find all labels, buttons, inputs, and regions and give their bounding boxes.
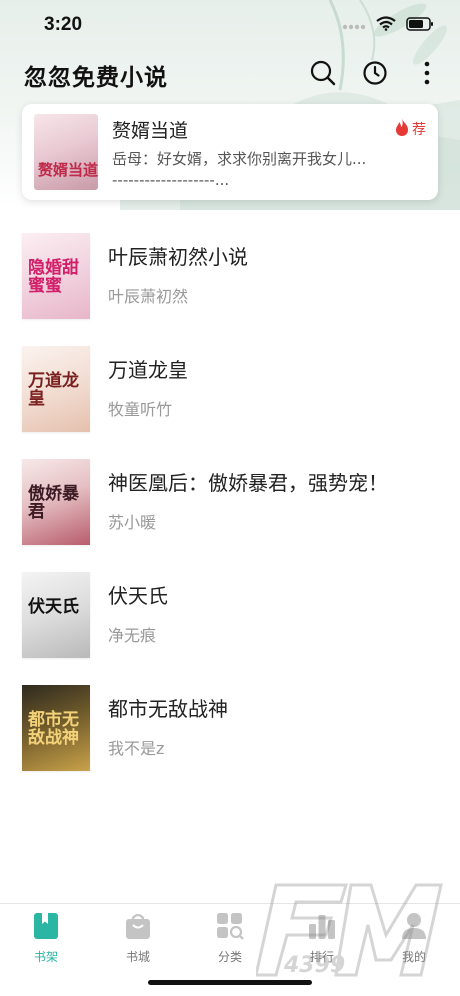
app-header: 忽忽免费小说 xyxy=(0,50,460,100)
book-author: 苏小暖 xyxy=(108,513,157,532)
book-info: 万道龙皇 牧童听竹 xyxy=(108,346,188,420)
tab-profile[interactable]: 我的 xyxy=(368,904,460,996)
more-vertical-icon xyxy=(423,61,431,89)
home-indicator xyxy=(148,980,312,985)
status-bar: 3:20 xyxy=(0,0,460,50)
cover-title-art: 都市无敌战神 xyxy=(28,710,79,748)
cover-title-art: 万道龙皇 xyxy=(28,371,79,409)
wifi-icon xyxy=(376,15,396,35)
list-item[interactable]: 万道龙皇 万道龙皇 牧童听竹 xyxy=(0,339,460,452)
book-title: 叶辰萧初然小说 xyxy=(108,245,248,269)
recommended-book-title: 赘婿当道 xyxy=(112,119,189,142)
book-info: 都市无敌战神 我不是z xyxy=(108,685,228,759)
recommended-book-summary: 岳母：好女婿，求求你别离开我女儿... xyxy=(112,150,367,168)
book-title: 都市无敌战神 xyxy=(108,697,228,721)
list-item[interactable]: 隐婚甜蜜蜜 叶辰萧初然小说 叶辰萧初然 xyxy=(0,226,460,339)
status-time: 3:20 xyxy=(44,14,83,35)
category-grid-icon xyxy=(216,912,244,944)
cover-title-art: 伏天氏 xyxy=(28,597,79,617)
book-title: 神医凰后：傲娇暴君，强势宠！ xyxy=(108,471,388,495)
cover-title-art: 傲娇暴君 xyxy=(28,484,79,522)
book-cover: 傲娇暴君 xyxy=(22,459,90,545)
cover-title-art: 赘婿当道 xyxy=(38,161,98,179)
book-cover: 都市无敌战神 xyxy=(22,685,90,771)
cover-title-art: 隐婚甜蜜蜜 xyxy=(28,258,79,296)
book-info: 伏天氏 净无痕 xyxy=(108,572,168,646)
book-author: 我不是z xyxy=(108,739,165,758)
book-info: 神医凰后：傲娇暴君，强势宠！ 苏小暖 xyxy=(108,459,388,533)
book-info: 叶辰萧初然小说 叶辰萧初然 xyxy=(108,233,248,307)
tab-label: 排行 xyxy=(309,950,334,964)
list-item[interactable]: 傲娇暴君 神医凰后：傲娇暴君，强势宠！ 苏小暖 xyxy=(0,452,460,565)
book-author: 叶辰萧初然 xyxy=(108,287,189,306)
tab-bookshelf[interactable]: 书架 xyxy=(0,904,92,996)
recommend-badge-label: 荐 xyxy=(412,122,426,138)
bookshelf-list: 隐婚甜蜜蜜 叶辰萧初然小说 叶辰萧初然 万道龙皇 万道龙皇 牧童听竹 傲娇暴君 … xyxy=(0,226,460,791)
history-button[interactable] xyxy=(360,60,390,90)
book-title: 伏天氏 xyxy=(108,584,168,608)
header-actions xyxy=(308,60,442,90)
list-item[interactable]: 都市无敌战神 都市无敌战神 我不是z xyxy=(0,678,460,791)
book-cover: 伏天氏 xyxy=(22,572,90,658)
recommended-book-info: 赘婿当道 荐 岳母：好女婿，求求你别离开我女儿... -------------… xyxy=(112,114,426,190)
book-author: 净无痕 xyxy=(108,626,157,645)
search-icon xyxy=(310,60,336,90)
recommended-book-cover: 赘婿当道 xyxy=(34,114,98,190)
recommend-badge: 荐 xyxy=(394,117,426,141)
book-cover: 万道龙皇 xyxy=(22,346,90,432)
tab-label: 我的 xyxy=(401,950,426,964)
book-author: 牧童听竹 xyxy=(108,400,173,419)
status-icons xyxy=(342,15,434,35)
bookshelf-icon xyxy=(33,912,59,944)
clock-icon xyxy=(362,60,388,90)
ranking-icon xyxy=(308,912,336,944)
profile-icon xyxy=(401,912,427,944)
store-bag-icon xyxy=(125,912,151,944)
recommended-title-row: 赘婿当道 荐 xyxy=(112,114,426,144)
battery-icon xyxy=(406,16,434,35)
list-item[interactable]: 伏天氏 伏天氏 净无痕 xyxy=(0,565,460,678)
fire-icon xyxy=(394,117,410,141)
more-menu-button[interactable] xyxy=(412,60,442,90)
recommended-book-card[interactable]: 赘婿当道 赘婿当道 荐 岳母：好女婿，求求你别离开我女儿... --------… xyxy=(22,104,438,200)
book-cover: 隐婚甜蜜蜜 xyxy=(22,233,90,319)
app-title: 忽忽免费小说 xyxy=(24,65,168,91)
tab-label: 分类 xyxy=(217,950,242,964)
tab-label: 书架 xyxy=(33,950,58,964)
recommended-book-summary-divider: -------------------... xyxy=(112,171,230,189)
cellular-dots-icon xyxy=(342,16,366,35)
book-title: 万道龙皇 xyxy=(108,358,188,382)
search-button[interactable] xyxy=(308,60,338,90)
tab-label: 书城 xyxy=(125,950,150,964)
